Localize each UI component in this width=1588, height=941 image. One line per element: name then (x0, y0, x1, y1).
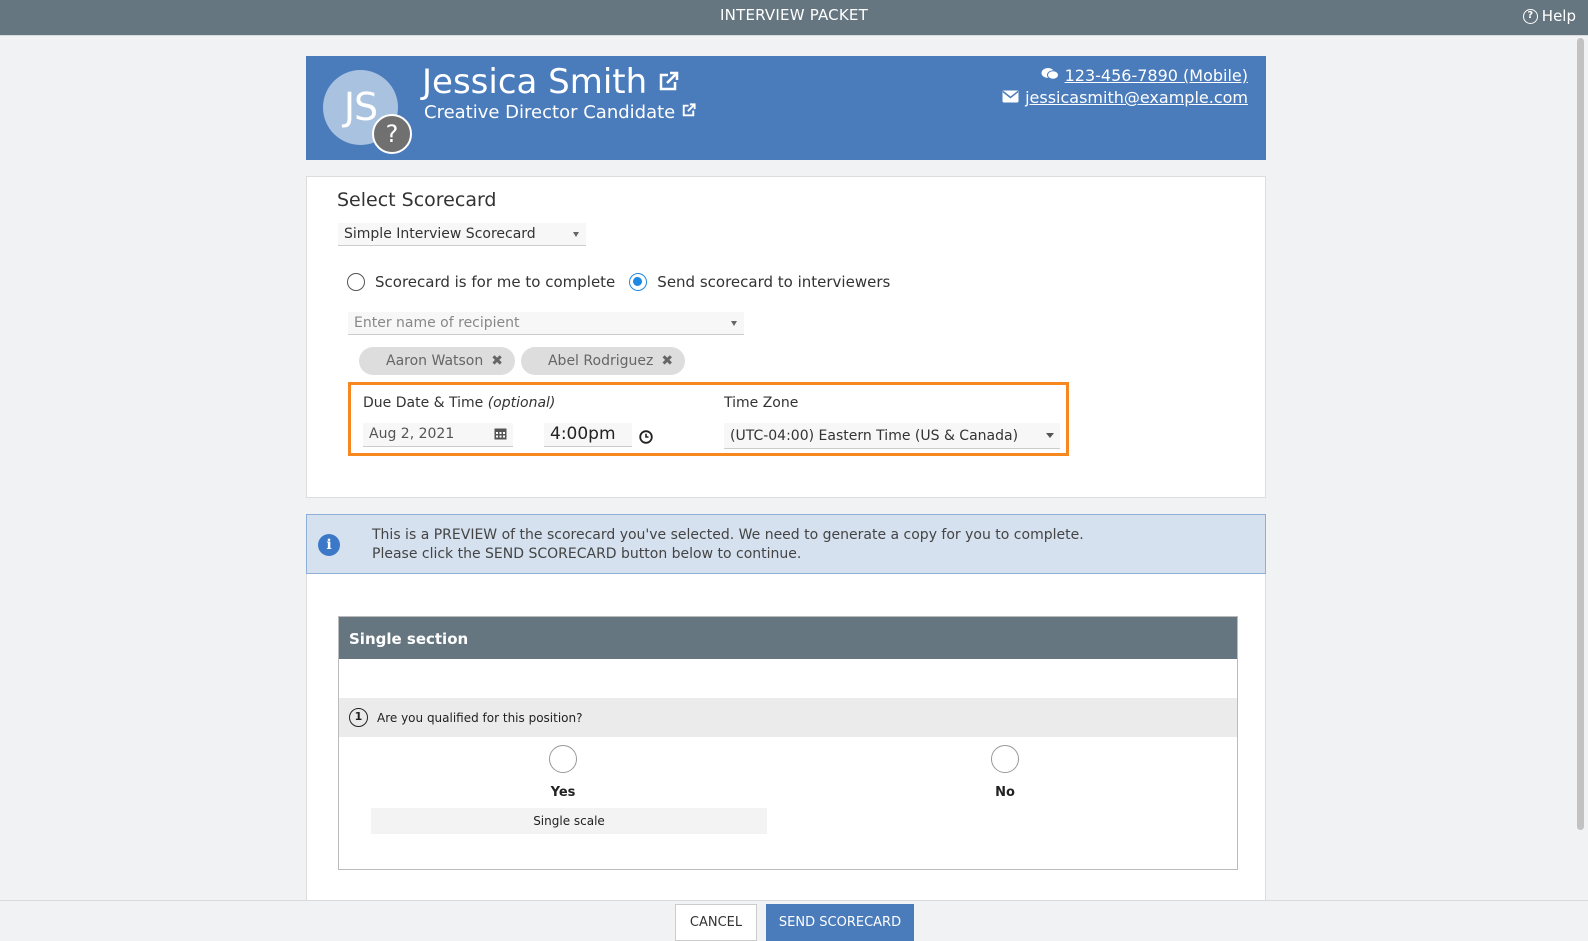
scorecard-section: Single section 1 Are you qualified for t… (338, 616, 1238, 870)
envelope-icon (1002, 87, 1019, 109)
answer-option-yes: Yes (543, 745, 583, 800)
answer-option-no: No (985, 745, 1025, 800)
scorecard-mode-radios: Scorecard is for me to complete Send sco… (347, 273, 890, 291)
due-date-label-text: Due Date & Time (363, 395, 484, 411)
candidate-role: Creative Director Candidate (424, 102, 676, 123)
recipient-chips: Aaron Watson ✖ Abel Rodriguez ✖ (359, 347, 686, 375)
info-icon: i (318, 534, 340, 556)
radio-self-label: Scorecard is for me to complete (375, 273, 616, 291)
recipient-chip-label: Abel Rodriguez (547, 353, 654, 369)
radio-send-label: Send scorecard to interviewers (657, 273, 891, 291)
recipient-placeholder: Enter name of recipient (354, 315, 520, 331)
preview-info-banner: i This is a PREVIEW of the scorecard you… (306, 514, 1266, 574)
scrollbar-thumb[interactable] (1577, 38, 1584, 830)
scrollbar[interactable] (1572, 36, 1588, 900)
chat-icon (1041, 65, 1059, 87)
candidate-header: JS ? Jessica Smith Creative Director Can… (306, 56, 1266, 160)
cancel-button[interactable]: CANCEL (675, 904, 757, 941)
scorecard-select[interactable]: Simple Interview Scorecard (338, 223, 586, 246)
answer-label-yes: Yes (550, 785, 576, 800)
answer-radio-yes[interactable] (549, 745, 577, 773)
phone-link[interactable]: 123-456-7890 (Mobile) (1065, 65, 1248, 87)
due-time-value: 4:00pm (550, 424, 616, 444)
candidate-name-row: Jessica Smith (422, 62, 679, 102)
due-date-optional: (optional) (487, 395, 556, 411)
scale-label: Single scale (371, 808, 767, 834)
due-date-value: Aug 2, 2021 (369, 426, 455, 442)
email-link[interactable]: jessicasmith@example.com (1025, 87, 1248, 109)
caret-down-icon (731, 321, 737, 326)
recipient-input[interactable]: Enter name of recipient (348, 312, 744, 335)
recipient-chip-label: Aaron Watson (386, 353, 484, 369)
help-button[interactable]: ? Help (1522, 7, 1576, 25)
scorecard-form-panel: Select Scorecard Simple Interview Scorec… (306, 176, 1266, 498)
info-line: This is a PREVIEW of the scorecard you'v… (372, 527, 1084, 543)
question-row: 1 Are you qualified for this position? (339, 698, 1237, 737)
due-date-section: Due Date & Time (optional) Time Zone Aug… (348, 382, 1069, 456)
remove-recipient-icon[interactable]: ✖ (661, 353, 673, 369)
external-link-icon[interactable] (681, 102, 696, 123)
remove-recipient-icon[interactable]: ✖ (491, 353, 503, 369)
info-line: Please click the SEND SCORECARD button b… (372, 546, 802, 562)
question-text: Are you qualified for this position? (377, 710, 583, 725)
timezone-select[interactable]: (UTC-04:00) Eastern Time (US & Canada) (724, 423, 1060, 449)
page-title: INTERVIEW PACKET (720, 6, 868, 24)
avatar-status-badge[interactable]: ? (372, 114, 412, 154)
info-text: This is a PREVIEW of the scorecard you'v… (372, 526, 1084, 564)
recipient-chip: Aaron Watson ✖ (359, 347, 515, 375)
section-title: Single section (339, 617, 1237, 659)
external-link-icon[interactable] (657, 62, 679, 102)
due-date-label: Due Date & Time (optional) (363, 395, 555, 411)
select-scorecard-title: Select Scorecard (337, 189, 497, 211)
radio-send-interviewers[interactable] (629, 273, 648, 291)
clock-icon[interactable] (639, 429, 653, 448)
candidate-role-row: Creative Director Candidate (424, 102, 696, 123)
timezone-label: Time Zone (724, 395, 799, 411)
question-number: 1 (349, 708, 368, 727)
caret-down-icon (573, 232, 579, 237)
footer-actions: CANCEL SEND SCORECARD (0, 900, 1588, 941)
recipient-chip: Abel Rodriguez ✖ (520, 347, 686, 375)
due-time-input[interactable]: 4:00pm (544, 423, 632, 447)
radio-self-complete[interactable] (347, 273, 365, 291)
send-scorecard-button[interactable]: SEND SCORECARD (766, 904, 914, 941)
top-bar: INTERVIEW PACKET ? Help (0, 0, 1588, 36)
candidate-name: Jessica Smith (422, 62, 648, 102)
due-date-input[interactable]: Aug 2, 2021 (363, 423, 513, 447)
timezone-value: (UTC-04:00) Eastern Time (US & Canada) (730, 428, 1019, 444)
contact-info: 123-456-7890 (Mobile) jessicasmith@examp… (1002, 65, 1248, 109)
answer-label-no: No (995, 785, 1015, 800)
caret-down-icon (1046, 433, 1054, 438)
calendar-icon[interactable] (494, 427, 507, 444)
answer-radio-no[interactable] (991, 745, 1019, 773)
scorecard-select-value: Simple Interview Scorecard (344, 226, 536, 242)
help-icon: ? (1522, 8, 1538, 24)
help-label: Help (1541, 7, 1576, 25)
